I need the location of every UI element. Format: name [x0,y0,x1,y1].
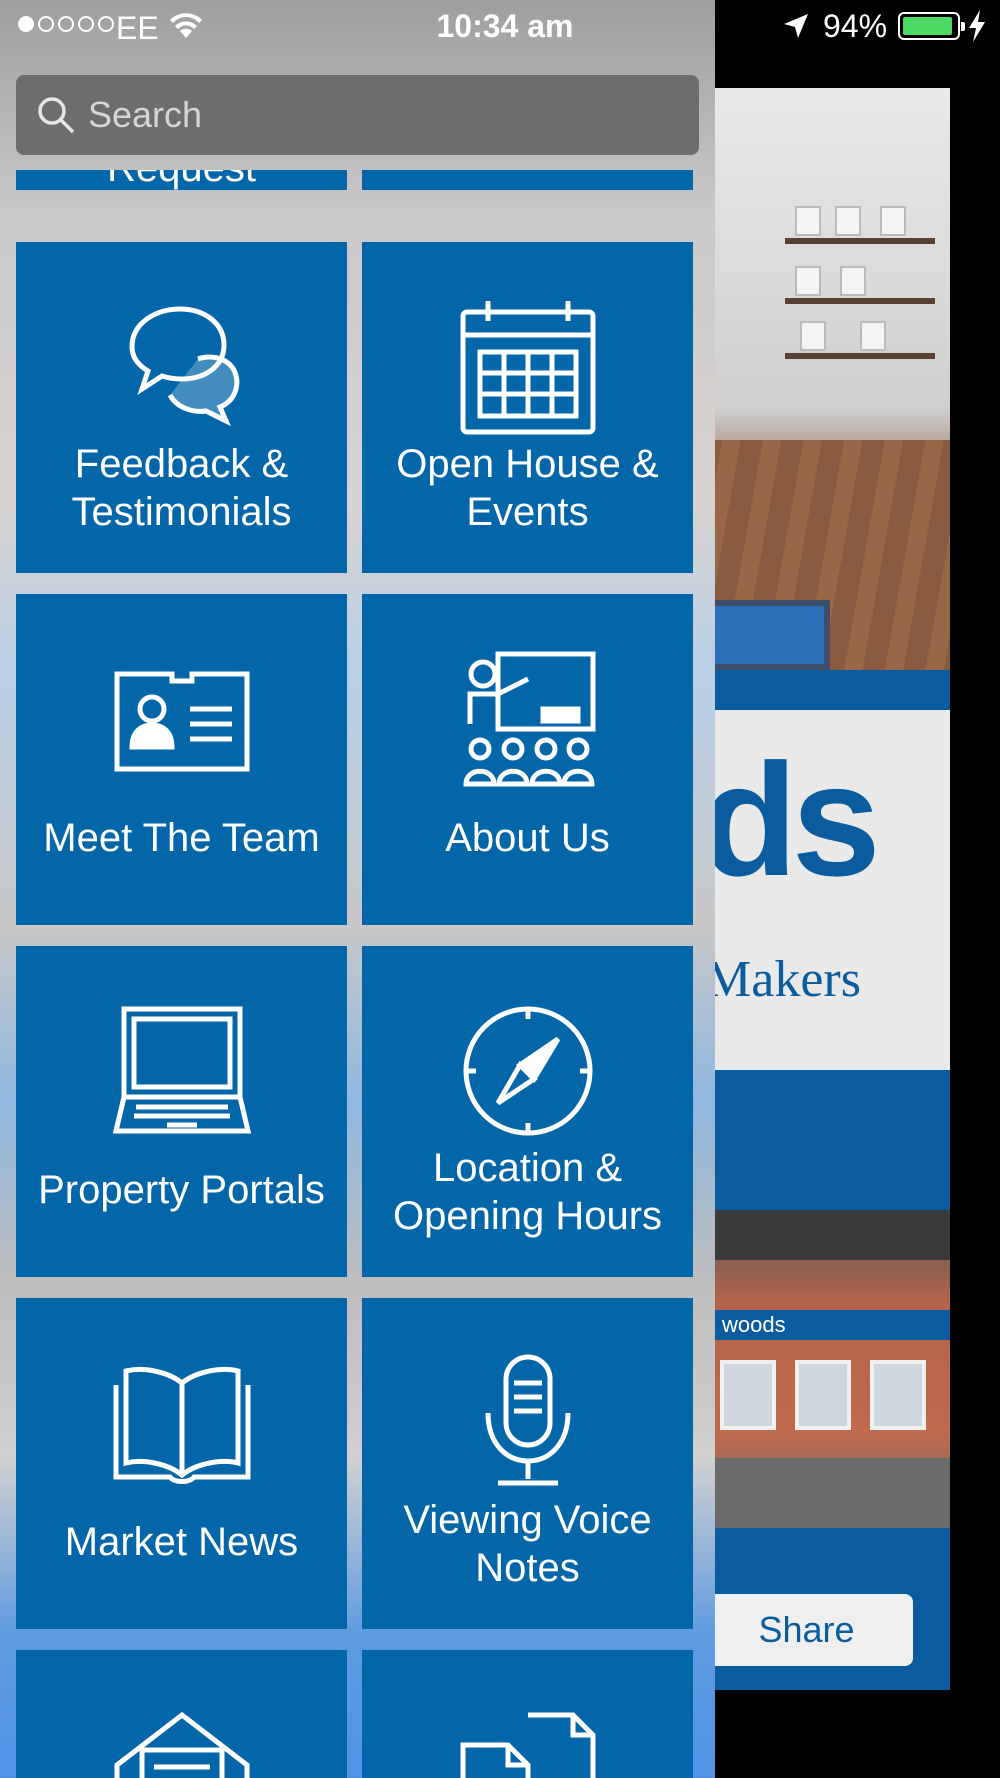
search-icon [38,97,75,134]
menu-tile-label: Request [16,170,347,192]
status-time: 10:34 am [436,8,574,44]
menu-tile-open-house-events[interactable]: Open House & Events [362,242,693,573]
laptop-icon [112,1001,252,1141]
battery-percentage: 94% [823,8,888,44]
side-drawer: Request Feedback & Testimonials [0,0,715,1778]
share-button[interactable]: Share [700,1594,913,1666]
menu-grid[interactable]: Request Feedback & Testimonials [0,170,715,1778]
menu-tile-label: Viewing Voice Notes [403,1498,652,1590]
logo-text: ds [700,730,881,909]
menu-tile-viewing-voice-notes[interactable]: Viewing Voice Notes [362,1298,693,1629]
storefront-sign: woods [700,1310,950,1340]
menu-tile-meet-the-team[interactable]: Meet The Team [16,594,347,925]
microphone-icon [458,1353,598,1493]
battery-icon [898,12,965,40]
id-card-icon [112,649,252,789]
location-arrow-icon [784,14,808,38]
storefront-photo: woods [700,1210,950,1528]
envelope-icon [112,1705,252,1778]
office-interior-photo [700,88,950,670]
menu-tile-label: Location & Opening Hours [392,1146,663,1238]
search-input[interactable] [88,94,688,136]
logo-subtitle: Makers [705,951,861,1008]
menu-tile-label: Feedback & Testimonials [71,442,292,534]
chat-bubbles-icon [112,297,252,437]
menu-tile-about-us[interactable]: About Us [362,594,693,925]
menu-tile-location-opening-hours[interactable]: Location & Opening Hours [362,946,693,1277]
open-book-icon [112,1353,252,1493]
menu-tile-label: About Us [445,816,610,860]
search-bar[interactable] [16,75,699,155]
menu-tile-partial-envelope[interactable] [16,1650,347,1778]
menu-tile-property-portals[interactable]: Property Portals [16,946,347,1277]
presentation-icon [458,649,598,789]
menu-tile-label: Market News [64,1520,299,1564]
menu-tile-market-news[interactable]: Market News [16,1298,347,1629]
menu-tile-label: Open House & Events [396,442,659,534]
documents-icon [458,1705,598,1778]
compass-icon [458,1001,598,1141]
brand-logo: ds Makers [700,710,950,1070]
menu-tile-label: Property Portals [38,1168,325,1212]
menu-tile-partial[interactable] [362,170,693,190]
menu-tile-request[interactable]: Request [16,170,347,190]
calendar-icon [458,297,598,437]
menu-tile-partial-documents[interactable] [362,1650,693,1778]
charging-bolt-icon [969,10,985,42]
status-bar: EE 10:34 am 94% [0,0,1000,54]
menu-tile-feedback-testimonials[interactable]: Feedback & Testimonials [16,242,347,573]
menu-tile-label: Meet The Team [43,816,320,860]
